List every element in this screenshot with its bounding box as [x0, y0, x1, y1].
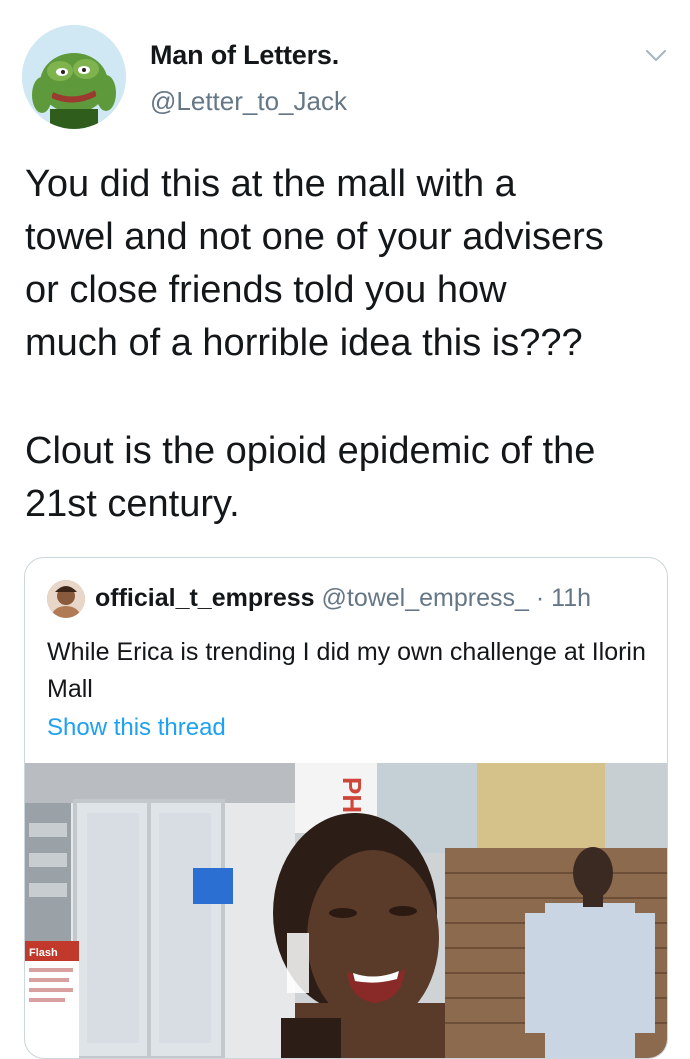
profile-photo-icon [47, 580, 85, 618]
show-thread-link[interactable]: Show this thread [47, 714, 226, 742]
quoted-author-name[interactable]: official_t_empress [95, 584, 315, 612]
author-handle[interactable]: @Letter_to_Jack [150, 86, 347, 117]
pepe-frog-avatar-icon [22, 25, 126, 129]
tweet-menu-button[interactable] [643, 42, 669, 68]
quoted-tweet-header: official_t_empress @towel_empress_ · 11h [95, 584, 591, 613]
quoted-tweet-text: While Erica is trending I did my own cha… [47, 638, 646, 703]
author-display-name[interactable]: Man of Letters. [150, 40, 339, 71]
tweet-body-paragraph-2: Clout is the opioid epidemic of the 21st… [25, 430, 596, 525]
chevron-down-icon [645, 49, 667, 62]
quoted-author-avatar[interactable] [47, 580, 85, 618]
tweet-body-paragraph-1: You did this at the mall with a towel an… [25, 163, 604, 364]
quoted-tweet-time[interactable]: 11h [551, 584, 591, 612]
mall-video-thumbnail: Flash PH [25, 763, 667, 1058]
quoted-tweet-card[interactable]: official_t_empress @towel_empress_ · 11h… [24, 557, 668, 1059]
header-separator: · [535, 584, 545, 612]
quoted-tweet-media[interactable]: Flash PH [25, 763, 667, 1058]
author-avatar[interactable] [22, 25, 126, 129]
store-sign-text: PH [337, 777, 367, 813]
flash-sign-text: Flash [29, 947, 58, 959]
quoted-author-handle[interactable]: @towel_empress_ [322, 584, 529, 612]
